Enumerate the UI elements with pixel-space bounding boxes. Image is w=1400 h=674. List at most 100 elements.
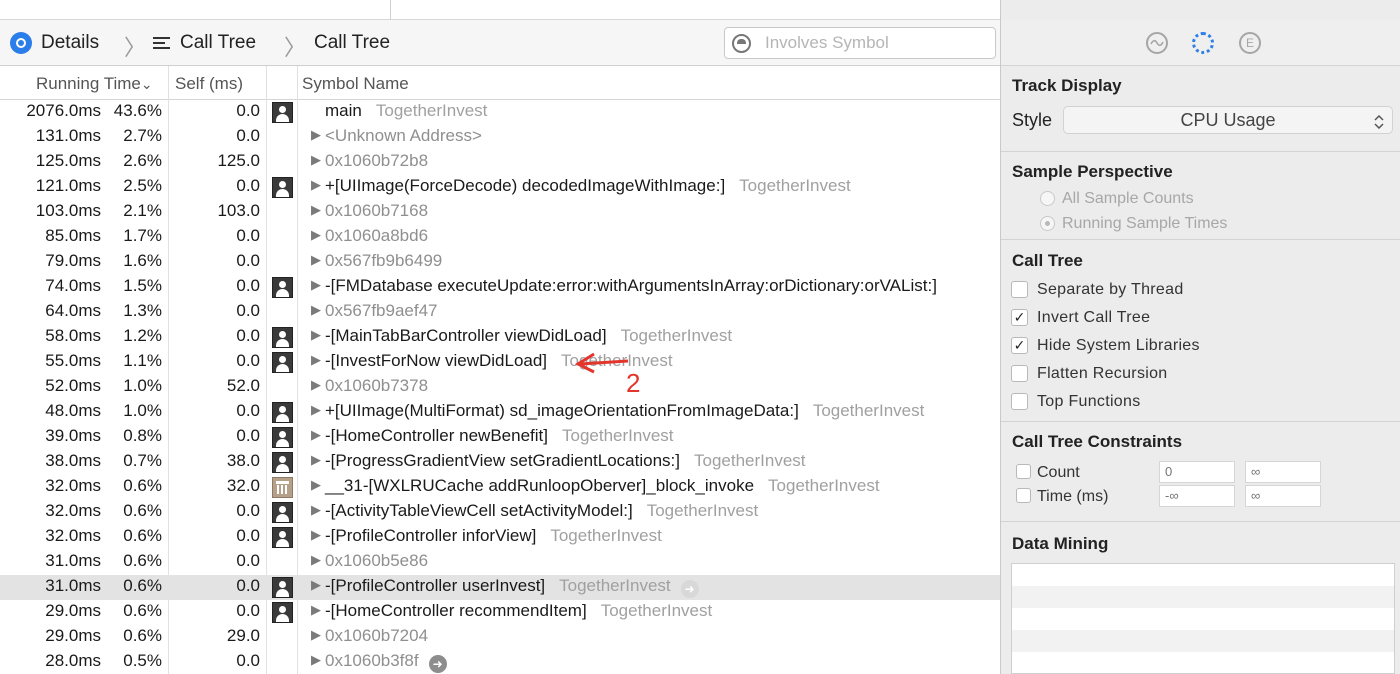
- checkbox-hide-system-libraries[interactable]: ✓ Hide System Libraries: [1011, 337, 1200, 355]
- filter-icon[interactable]: [732, 34, 751, 53]
- disclosure-triangle-icon[interactable]: ▶: [311, 527, 321, 543]
- breadcrumb-calltree[interactable]: Call Tree: [153, 32, 256, 54]
- disclosure-triangle-icon[interactable]: ▶: [311, 502, 321, 518]
- radio-button[interactable]: [1040, 191, 1055, 206]
- running-percent-cell: 1.3%: [123, 301, 162, 320]
- table-row[interactable]: 85.0ms 1.7% 0.0 ▶ 0x1060a8bd6: [0, 225, 1000, 250]
- checkbox-invert-call-tree[interactable]: ✓ Invert Call Tree: [1011, 309, 1150, 327]
- self-ms-header[interactable]: Self (ms): [175, 74, 243, 94]
- radio-running-sample-times[interactable]: Running Sample Times: [1040, 215, 1227, 233]
- self-ms-cell: 0.0: [236, 501, 260, 520]
- breadcrumb-details[interactable]: Details: [10, 32, 99, 54]
- user-icon: [272, 352, 293, 373]
- table-row[interactable]: 38.0ms 0.7% 38.0 ▶ -[ProgressGradientView se…: [0, 450, 1000, 475]
- disclosure-triangle-icon[interactable]: ▶: [311, 252, 321, 268]
- disclosure-triangle-icon[interactable]: ▶: [311, 552, 321, 568]
- table-row[interactable]: 2076.0ms 43.6% 0.0 main TogetherInvest: [0, 100, 1000, 125]
- disclosure-triangle-icon[interactable]: ▶: [311, 652, 321, 668]
- symbol-name: 0x1060a8bd6: [325, 226, 429, 245]
- table-row[interactable]: 55.0ms 1.1% 0.0 ▶ -[InvestForNow viewDidLoad…: [0, 350, 1000, 375]
- disclosure-triangle-icon[interactable]: ▶: [311, 127, 321, 143]
- checkbox[interactable]: [1011, 393, 1028, 410]
- checkbox-flatten-recursion[interactable]: Flatten Recursion: [1011, 365, 1168, 383]
- checkbox-separate-by-thread[interactable]: Separate by Thread: [1011, 281, 1184, 299]
- running-time-header[interactable]: Running Time⌄: [36, 74, 153, 94]
- breadcrumb-calltree-current[interactable]: Call Tree: [314, 32, 390, 54]
- style-select[interactable]: CPU Usage: [1063, 106, 1393, 134]
- constraint-count[interactable]: Count: [1016, 464, 1080, 482]
- navigate-arrow-icon[interactable]: ➜: [680, 580, 699, 598]
- disclosure-triangle-icon[interactable]: ▶: [311, 627, 321, 643]
- table-row[interactable]: 31.0ms 0.6% 0.0 ▶ 0x1060b5e86: [0, 550, 1000, 575]
- table-row[interactable]: 31.0ms 0.6% 0.0 ▶ -[ProfileController userIn…: [0, 575, 1000, 600]
- disclosure-triangle-icon[interactable]: ▶: [311, 477, 321, 493]
- disclosure-triangle-icon[interactable]: ▶: [311, 152, 321, 168]
- symbol-cell: -[ProfileController userInvest] TogetherI…: [325, 576, 699, 598]
- checkbox[interactable]: [1016, 464, 1031, 479]
- disclosure-triangle-icon[interactable]: ▶: [311, 277, 321, 293]
- symbol-name-header[interactable]: Symbol Name: [302, 74, 409, 94]
- table-row[interactable]: 121.0ms 2.5% 0.0 ▶ +[UIImage(ForceDecode) de…: [0, 175, 1000, 200]
- running-percent-cell: 2.5%: [123, 176, 162, 195]
- disclosure-triangle-icon[interactable]: ▶: [311, 577, 321, 593]
- checkbox[interactable]: [1011, 365, 1028, 382]
- constraint-time[interactable]: Time (ms): [1016, 488, 1108, 506]
- symbol-name: 0x1060b7168: [325, 201, 429, 220]
- disclosure-triangle-icon[interactable]: ▶: [311, 402, 321, 418]
- disclosure-triangle-icon[interactable]: ▶: [311, 302, 321, 318]
- table-row[interactable]: 103.0ms 2.1% 103.0 ▶ 0x1060b7168: [0, 200, 1000, 225]
- disclosure-triangle-icon[interactable]: ▶: [311, 327, 321, 343]
- column-divider[interactable]: [266, 66, 267, 100]
- navigate-arrow-icon[interactable]: ➜: [428, 655, 447, 673]
- table-row[interactable]: 32.0ms 0.6% 0.0 ▶ -[ActivityTableViewCell se…: [0, 500, 1000, 525]
- disclosure-triangle-icon[interactable]: ▶: [311, 427, 321, 443]
- radio-all-sample-counts[interactable]: All Sample Counts: [1040, 190, 1194, 208]
- count-min-field[interactable]: [1159, 461, 1235, 483]
- table-row[interactable]: 131.0ms 2.7% 0.0 ▶ <Unknown Address>: [0, 125, 1000, 150]
- table-row[interactable]: 48.0ms 1.0% 0.0 ▶ +[UIImage(MultiFormat) sd_…: [0, 400, 1000, 425]
- info-e-icon[interactable]: E: [1239, 32, 1261, 54]
- running-percent-cell: 0.8%: [123, 426, 162, 445]
- count-max-field[interactable]: [1245, 461, 1321, 483]
- time-min-field[interactable]: [1159, 485, 1235, 507]
- table-row[interactable]: 58.0ms 1.2% 0.0 ▶ -[MainTabBarController vie…: [0, 325, 1000, 350]
- disclosure-triangle-icon[interactable]: ▶: [311, 452, 321, 468]
- table-row[interactable]: 74.0ms 1.5% 0.0 ▶ -[FMDatabase executeUpdate…: [0, 275, 1000, 300]
- table-row[interactable]: 39.0ms 0.8% 0.0 ▶ -[HomeController newBenefi…: [0, 425, 1000, 450]
- radio-button[interactable]: [1040, 216, 1055, 231]
- checkbox[interactable]: [1016, 488, 1031, 503]
- breadcrumb: Details 〉 Call Tree 〉 Call Tree: [0, 20, 1000, 66]
- table-row[interactable]: 52.0ms 1.0% 52.0 ▶ 0x1060b7378: [0, 375, 1000, 400]
- checkbox[interactable]: ✓: [1011, 309, 1028, 326]
- window-top-strip: [0, 0, 1000, 20]
- column-divider[interactable]: [297, 66, 298, 100]
- table-row[interactable]: 29.0ms 0.6% 0.0 ▶ -[HomeController recommend…: [0, 600, 1000, 625]
- search-input[interactable]: [765, 32, 990, 54]
- data-mining-list[interactable]: [1011, 563, 1395, 674]
- gear-icon[interactable]: [1192, 32, 1214, 54]
- table-row[interactable]: 32.0ms 0.6% 32.0 ▶ __31-[WXLRUCache addRunlo…: [0, 475, 1000, 500]
- checkbox-top-functions[interactable]: Top Functions: [1011, 393, 1141, 411]
- table-row[interactable]: 32.0ms 0.6% 0.0 ▶ -[ProfileController inforV…: [0, 525, 1000, 550]
- disclosure-triangle-icon[interactable]: ▶: [311, 227, 321, 243]
- waveform-icon[interactable]: [1146, 32, 1168, 54]
- disclosure-triangle-icon[interactable]: ▶: [311, 202, 321, 218]
- disclosure-triangle-icon[interactable]: ▶: [311, 352, 321, 368]
- symbol-name: main: [325, 101, 362, 120]
- checkbox[interactable]: ✓: [1011, 337, 1028, 354]
- table-row[interactable]: 28.0ms 0.5% 0.0 ▶ 0x1060b3f8f ➜: [0, 650, 1000, 674]
- time-max-field[interactable]: [1245, 485, 1321, 507]
- disclosure-triangle-icon[interactable]: ▶: [311, 602, 321, 618]
- symbol-name: <Unknown Address>: [325, 126, 482, 145]
- disclosure-triangle-icon[interactable]: ▶: [311, 377, 321, 393]
- table-row[interactable]: 29.0ms 0.6% 29.0 ▶ 0x1060b7204: [0, 625, 1000, 650]
- table-row[interactable]: 125.0ms 2.6% 125.0 ▶ 0x1060b72b8: [0, 150, 1000, 175]
- symbol-cell: __31-[WXLRUCache addRunloopOberver]_bloc…: [325, 476, 880, 496]
- self-ms-cell: 0.0: [236, 601, 260, 620]
- checkbox[interactable]: [1011, 281, 1028, 298]
- column-divider[interactable]: [168, 66, 169, 100]
- disclosure-triangle-icon[interactable]: ▶: [311, 177, 321, 193]
- table-row[interactable]: 79.0ms 1.6% 0.0 ▶ 0x567fb9b6499: [0, 250, 1000, 275]
- involves-symbol-search[interactable]: [724, 27, 996, 59]
- table-row[interactable]: 64.0ms 1.3% 0.0 ▶ 0x567fb9aef47: [0, 300, 1000, 325]
